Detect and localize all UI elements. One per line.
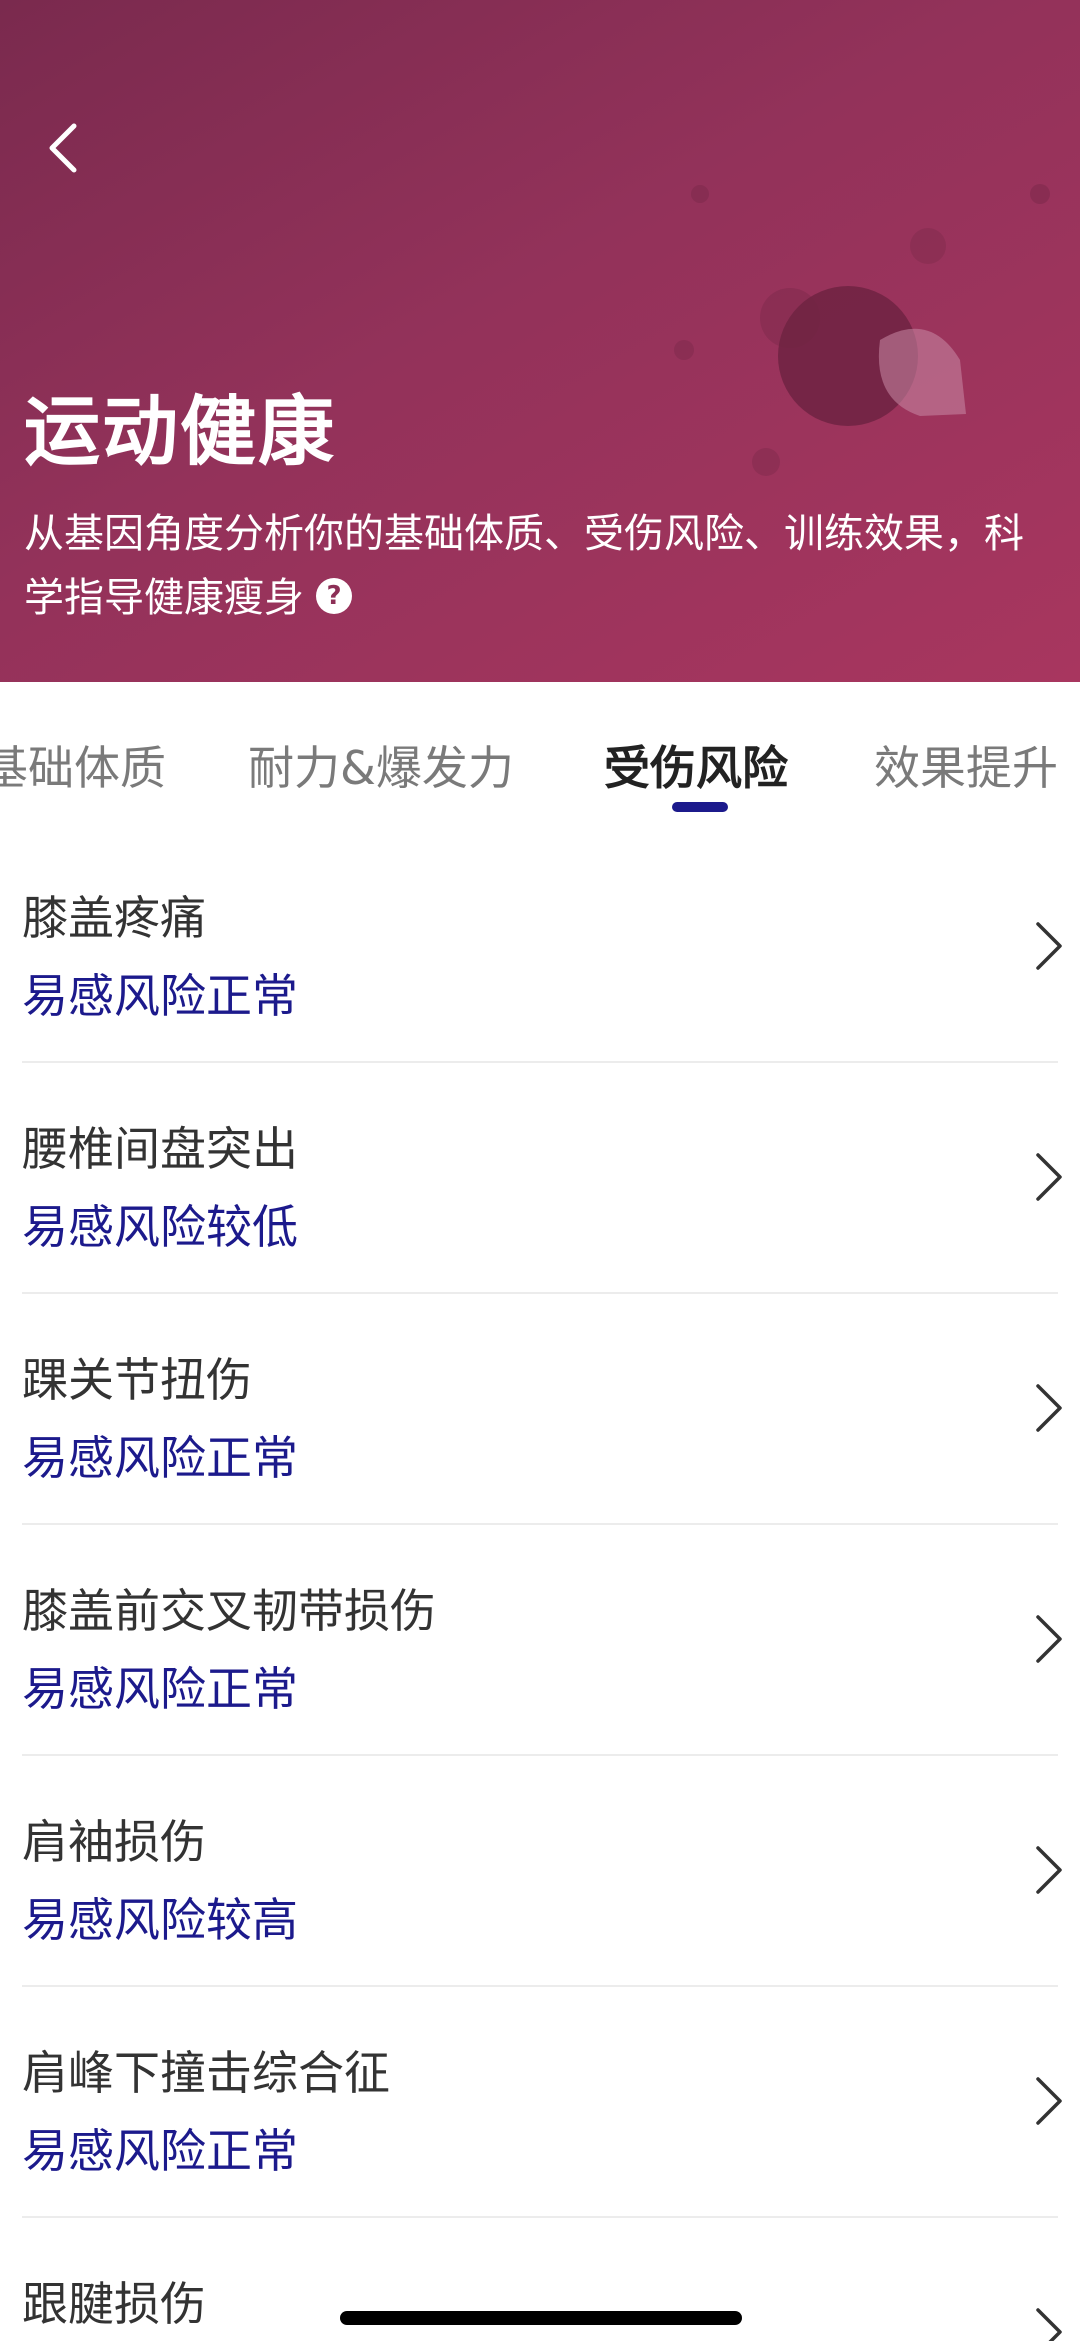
item-title: 膝盖疼痛 [22,891,206,945]
item-status: 易感风险较高 [22,1893,298,1947]
item-title: 膝盖前交叉韧带损伤 [22,1584,436,1638]
list-item[interactable]: 肩峰下撞击综合征 易感风险正常 [0,1987,1080,2218]
list-item[interactable]: 踝关节扭伤 易感风险正常 [0,1294,1080,1525]
item-status: 易感风险正常 [22,2124,298,2178]
item-title: 肩袖损伤 [22,1815,206,1869]
tab-injury-risk[interactable]: 受伤风险 [604,732,788,798]
subtitle-text: 从基因角度分析你的基础体质、受伤风险、训练效果，科学指导健康瘦身 [24,511,1024,621]
page-subtitle: 从基因角度分析你的基础体质、受伤风险、训练效果，科学指导健康瘦身? [24,502,1034,630]
item-title: 肩峰下撞击综合征 [22,2046,390,2100]
item-status: 易感风险较低 [22,1200,298,1254]
item-status: 易感风险正常 [22,1431,298,1485]
header-banner: 运动健康 从基因角度分析你的基础体质、受伤风险、训练效果，科学指导健康瘦身? [0,0,1080,682]
tab-effect-improvement[interactable]: 效果提升 [874,732,1058,798]
item-title: 跟腱损伤 [22,2277,206,2331]
chevron-right-icon [1036,1846,1062,1894]
page-title: 运动健康 [24,387,336,476]
list-item[interactable]: 肩袖损伤 易感风险较高 [0,1756,1080,1987]
chevron-right-icon [1036,1384,1062,1432]
chevron-right-icon [1036,922,1062,970]
injury-risk-list: 膝盖疼痛 易感风险正常 腰椎间盘突出 易感风险较低 踝关节扭伤 易感风险正常 膝… [0,832,1080,2341]
active-tab-indicator [672,802,728,812]
item-status: 易感风险正常 [22,1662,298,1716]
item-title: 踝关节扭伤 [22,1353,252,1407]
chevron-right-icon [1036,2077,1062,2125]
chevron-right-icon [1036,2308,1062,2341]
item-status: 易感风险正常 [22,969,298,1023]
list-item[interactable]: 膝盖疼痛 易感风险正常 [0,832,1080,1063]
list-item[interactable]: 膝盖前交叉韧带损伤 易感风险正常 [0,1525,1080,1756]
item-title: 腰椎间盘突出 [22,1122,298,1176]
home-indicator[interactable] [340,2311,742,2325]
tab-basic-constitution[interactable]: 基础体质 [0,732,166,798]
chevron-right-icon [1036,1153,1062,1201]
tab-endurance-power[interactable]: 耐力&爆发力 [248,732,514,798]
back-button[interactable] [32,112,92,184]
chevron-left-icon [49,123,77,173]
category-tabs: 基础体质 耐力&爆发力 受伤风险 效果提升 [0,682,1080,832]
question-circle-icon[interactable]: ? [316,578,352,614]
chevron-right-icon [1036,1615,1062,1663]
list-item[interactable]: 腰椎间盘突出 易感风险较低 [0,1063,1080,1294]
